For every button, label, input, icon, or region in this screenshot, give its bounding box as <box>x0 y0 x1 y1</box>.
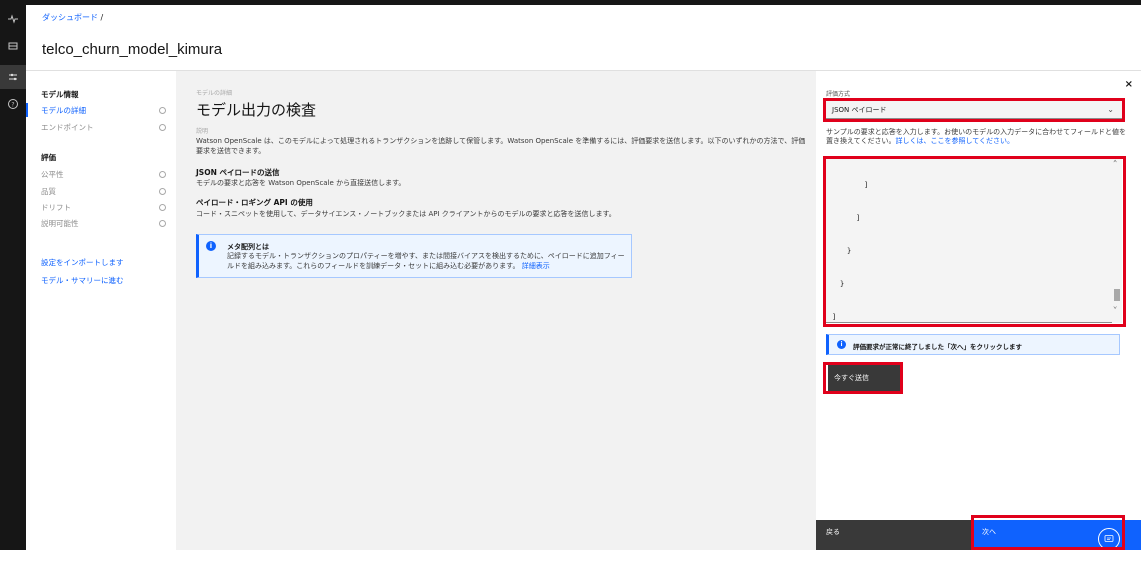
nav-item-label: 説明可能性 <box>41 219 79 228</box>
nav-item-fairness[interactable]: 公平性 <box>41 169 166 180</box>
page-title: telco_churn_model_kimura <box>42 41 223 58</box>
nav-active-indicator <box>26 103 28 117</box>
nav-item-label: ドリフト <box>41 203 71 212</box>
nav-item-label: エンドポイント <box>41 123 94 132</box>
notice-body: 記録するモデル・トランザクションのプロパティーを増やす、または間接バイアスを検出… <box>227 252 625 270</box>
method-label: 評価方式 <box>826 91 851 98</box>
left-navigation: モデル情報 モデルの詳細 エンドポイント 評価 公平性 品質 ドリフト 説明可能… <box>26 71 176 550</box>
nav-item-quality[interactable]: 品質 <box>41 186 166 197</box>
highlight-box <box>823 156 1126 327</box>
description-text: Watson OpenScale は、このモデルによって処理されるトランザクショ… <box>196 137 806 155</box>
nav-item-drift[interactable]: ドリフト <box>41 202 166 213</box>
back-button[interactable]: 戻る <box>816 520 974 550</box>
nav-item-model-details[interactable]: モデルの詳細 <box>41 105 166 116</box>
success-notification: i 評価要求が正常に終了しました「次へ」をクリックします <box>826 334 1120 355</box>
icon-rail: ? <box>0 5 26 550</box>
payload-logging-heading: ペイロード・ロギング API の使用 <box>196 198 313 207</box>
bottom-strip <box>0 550 1141 568</box>
help-icon[interactable]: ? <box>0 93 26 115</box>
nav-section-model: モデル情報 <box>41 90 79 99</box>
close-icon[interactable]: × <box>1125 79 1133 90</box>
status-circle-icon <box>159 204 166 211</box>
status-circle-icon <box>159 171 166 178</box>
json-payload-heading: JSON ペイロードの送信 <box>196 168 280 177</box>
top-bar <box>0 0 1141 5</box>
dashboard-icon[interactable] <box>0 35 26 57</box>
activity-icon[interactable] <box>0 7 26 29</box>
breadcrumb-dashboard-link[interactable]: ダッシュボード <box>42 13 98 22</box>
highlight-box <box>823 98 1125 122</box>
import-settings-link[interactable]: 設定をインポートします <box>41 257 124 268</box>
info-icon: i <box>837 340 846 349</box>
section-eyebrow: モデルの詳細 <box>196 90 233 97</box>
notice-details-link[interactable]: 詳細表示 <box>522 262 550 270</box>
highlight-box <box>823 362 903 394</box>
help-text: サンプルの要求と応答を入力します。お使いのモデルの入力データに合わせてフィールド… <box>826 128 1126 146</box>
status-circle-icon <box>159 124 166 131</box>
evaluation-side-panel: × 評価方式 JSON ペイロード ⌄ サンプルの要求と応答を入力します。お使い… <box>816 71 1141 550</box>
breadcrumb: ダッシュボード / <box>42 12 103 23</box>
help-link[interactable]: 詳しくは、ここを参照してください。 <box>895 137 1014 145</box>
description-label: 説明 <box>196 128 209 135</box>
notice-text: 記録するモデル・トランザクションのプロパティーを増やす、または間接バイアスを検出… <box>227 251 627 271</box>
nav-item-endpoint[interactable]: エンドポイント <box>41 122 166 133</box>
nav-item-label: 品質 <box>41 187 56 196</box>
section-title: モデル出力の検査 <box>196 101 317 119</box>
nav-item-explainability[interactable]: 説明可能性 <box>41 218 166 229</box>
highlight-box <box>971 515 1125 550</box>
payload-logging-text: コード・スニペットを使用して、データサイエンス・ノートブックまたは API クラ… <box>196 210 616 218</box>
status-circle-icon <box>159 220 166 227</box>
settings-adjust-icon[interactable] <box>0 65 26 89</box>
nav-section-evaluation: 評価 <box>41 153 56 162</box>
success-text: 評価要求が正常に終了しました「次へ」をクリックします <box>853 343 1022 351</box>
status-circle-icon <box>159 188 166 195</box>
model-summary-link[interactable]: モデル・サマリーに進む <box>41 275 124 286</box>
nav-item-label: モデルの詳細 <box>41 106 86 115</box>
status-circle-icon <box>159 107 166 114</box>
nav-item-label: 公平性 <box>41 170 64 179</box>
svg-text:?: ? <box>11 102 14 109</box>
json-payload-text: モデルの要求と応答を Watson OpenScale から直接送信します。 <box>196 179 406 187</box>
info-icon: i <box>206 241 216 251</box>
meta-array-notice: i メタ配列とは 記録するモデル・トランザクションのプロパティーを増やす、または… <box>196 234 632 278</box>
main-content: モデルの詳細 モデル出力の検査 説明 Watson OpenScale は、この… <box>176 71 816 550</box>
breadcrumb-separator: / <box>100 13 104 22</box>
